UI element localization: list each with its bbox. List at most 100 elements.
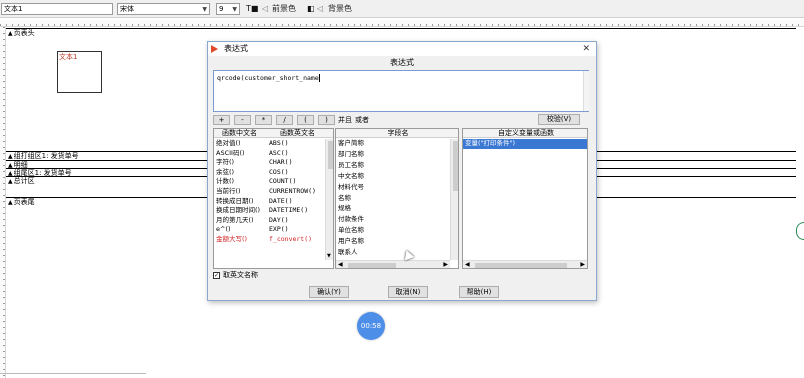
- function-row[interactable]: 换成日期时间() DATETIME(): [214, 206, 324, 216]
- expression-text: qrcode(customer_short_name: [217, 74, 319, 82]
- or-button[interactable]: 或者: [355, 115, 369, 125]
- function-row[interactable]: 字符() CHAR(): [214, 158, 324, 168]
- function-en-name: DATETIME(): [269, 206, 309, 215]
- field-row[interactable]: 中文名称: [338, 172, 448, 182]
- expression-scrollbar[interactable]: [583, 71, 589, 111]
- function-row[interactable]: e^() EXP(): [214, 225, 324, 235]
- app-logo-icon: [211, 45, 218, 53]
- functions-header: 函数中文名 函数英文名: [214, 129, 333, 138]
- functions-scrollbar[interactable]: ▼: [325, 139, 333, 260]
- function-cn-name: 转换成日期(): [216, 196, 254, 205]
- size-select[interactable]: 9 ▼: [216, 3, 240, 15]
- custom-vars-header: 自定义变量或函数: [463, 129, 587, 138]
- custom-var-row[interactable]: 变量("打印条件"): [463, 139, 587, 149]
- function-row[interactable]: 转换成日期() DATE(): [214, 197, 324, 207]
- column-header-en: 函数英文名: [280, 129, 315, 137]
- function-row[interactable]: 绝对值() ABS(): [214, 139, 324, 149]
- fill-color-icon[interactable]: ◧: [307, 4, 315, 14]
- dropdown-arrow-icon[interactable]: ◁: [317, 4, 323, 14]
- field-row[interactable]: 名称: [338, 194, 448, 204]
- function-en-name: ASC(): [269, 148, 289, 157]
- text-caret: [318, 74, 320, 82]
- fields-header: 字段名: [336, 129, 458, 138]
- custom-hscrollbar[interactable]: ◀ ▶: [463, 260, 587, 268]
- function-en-name: DATE(): [269, 196, 293, 205]
- function-row[interactable]: ASCII码() ASC(): [214, 149, 324, 159]
- field-row[interactable]: 部门名称: [338, 150, 448, 160]
- minus-button[interactable]: -: [234, 115, 251, 125]
- text-color-icon[interactable]: T■: [246, 4, 258, 14]
- background-color-button[interactable]: 背景色: [328, 3, 352, 15]
- multiply-button[interactable]: *: [255, 115, 272, 125]
- fields-hscrollbar[interactable]: ◀ ▶: [336, 260, 450, 268]
- function-row[interactable]: 当前行() CURRENTROW(): [214, 187, 324, 197]
- dropdown-arrow-icon[interactable]: ◁: [262, 4, 268, 14]
- chevron-left-icon[interactable]: ◀: [465, 261, 470, 268]
- expression-dialog: 表达式 ✕ 表达式 qrcode(customer_short_name + -…: [207, 41, 597, 301]
- scroll-thumb[interactable]: [348, 263, 396, 268]
- function-en-name: CHAR(): [269, 158, 293, 167]
- column-header-cn: 函数中文名: [222, 129, 257, 137]
- field-name-value: 文本1: [4, 5, 23, 13]
- function-cn-name: 计数(): [216, 177, 235, 186]
- chevron-right-icon[interactable]: ▶: [443, 261, 448, 268]
- field-row[interactable]: 规格: [338, 204, 448, 214]
- close-icon[interactable]: ✕: [582, 42, 590, 56]
- field-row[interactable]: 客户简称: [338, 139, 448, 149]
- function-cn-name: 换成日期时间(): [216, 206, 261, 215]
- verify-button[interactable]: 校验(V): [538, 114, 580, 125]
- field-row[interactable]: 用户名称: [338, 237, 448, 247]
- scroll-thumb[interactable]: [475, 263, 567, 268]
- function-en-name: ABS(): [269, 139, 289, 147]
- side-handle-icon[interactable]: [796, 222, 804, 240]
- divide-button[interactable]: /: [276, 115, 293, 125]
- function-cn-name: e^(): [216, 225, 231, 234]
- chevron-down-icon: ▼: [202, 6, 207, 13]
- function-row[interactable]: 金额大写() f_convert(): [214, 235, 324, 245]
- font-select[interactable]: 宋体 ▼: [117, 3, 210, 15]
- function-en-name: EXP(): [269, 225, 289, 234]
- field-row[interactable]: 材料代号: [338, 183, 448, 193]
- column-header-field: 字段名: [387, 129, 409, 137]
- and-button[interactable]: 并且: [338, 115, 352, 125]
- horizontal-scrollbar[interactable]: [0, 373, 146, 378]
- fields-scrollbar[interactable]: [450, 139, 458, 260]
- dialog-titlebar[interactable]: 表达式: [208, 42, 596, 56]
- band-label: 总计区: [13, 177, 35, 185]
- foreground-color-button[interactable]: 前景色: [272, 3, 296, 15]
- functions-list[interactable]: 函数中文名 函数英文名 绝对值() ABS() ASCII码() ASC() 字符() C…: [213, 128, 334, 269]
- custom-vars-list[interactable]: 自定义变量或函数 变量("打印条件") ◀ ▶: [462, 128, 588, 269]
- english-name-checkbox[interactable]: ✓: [213, 272, 220, 279]
- field-row[interactable]: 单位名称: [338, 226, 448, 236]
- fields-list[interactable]: 字段名 客户简称 部门名称 员工名称 中文名称 材料代号 名称 规格 付款条件 单位名称 用户名称…: [335, 128, 459, 269]
- scroll-thumb[interactable]: [328, 141, 333, 169]
- band-label: 页表尾: [13, 198, 35, 206]
- close-paren-button[interactable]: ): [318, 115, 335, 125]
- chevron-down-icon[interactable]: ▼: [327, 253, 331, 259]
- function-en-name: COUNT(): [269, 177, 297, 186]
- band-page-header[interactable]: ▲页表头: [6, 28, 796, 37]
- chevron-left-icon[interactable]: ◀: [338, 261, 343, 268]
- confirm-button[interactable]: 确认(Y): [309, 286, 349, 298]
- field-row[interactable]: 付款条件: [338, 215, 448, 225]
- triangle-up-icon: ▲: [8, 199, 13, 206]
- function-row[interactable]: 计数() COUNT(): [214, 177, 324, 187]
- expression-input[interactable]: qrcode(customer_short_name: [213, 70, 589, 112]
- function-en-name: DAY(): [269, 215, 289, 224]
- field-row[interactable]: 员工名称: [338, 161, 448, 171]
- recording-timer[interactable]: 00:58: [357, 312, 385, 340]
- open-paren-button[interactable]: (: [297, 115, 314, 125]
- plus-button[interactable]: +: [213, 115, 230, 125]
- function-row[interactable]: 月的第几天() DAY(): [214, 216, 324, 226]
- function-row[interactable]: 余弦() COS(): [214, 168, 324, 178]
- text-box-element[interactable]: 文本1: [57, 51, 102, 93]
- cancel-button[interactable]: 取消(N): [388, 286, 428, 298]
- english-name-label: 取英文名称: [223, 271, 258, 279]
- field-name-box[interactable]: 文本1: [1, 3, 113, 15]
- function-en-name: COS(): [269, 167, 289, 176]
- help-button[interactable]: 帮助(H): [459, 286, 499, 298]
- field-row[interactable]: 联系人: [338, 248, 448, 258]
- chevron-right-icon[interactable]: ▶: [580, 261, 585, 268]
- scroll-thumb[interactable]: [453, 141, 458, 191]
- function-cn-name: 绝对值(): [216, 139, 241, 147]
